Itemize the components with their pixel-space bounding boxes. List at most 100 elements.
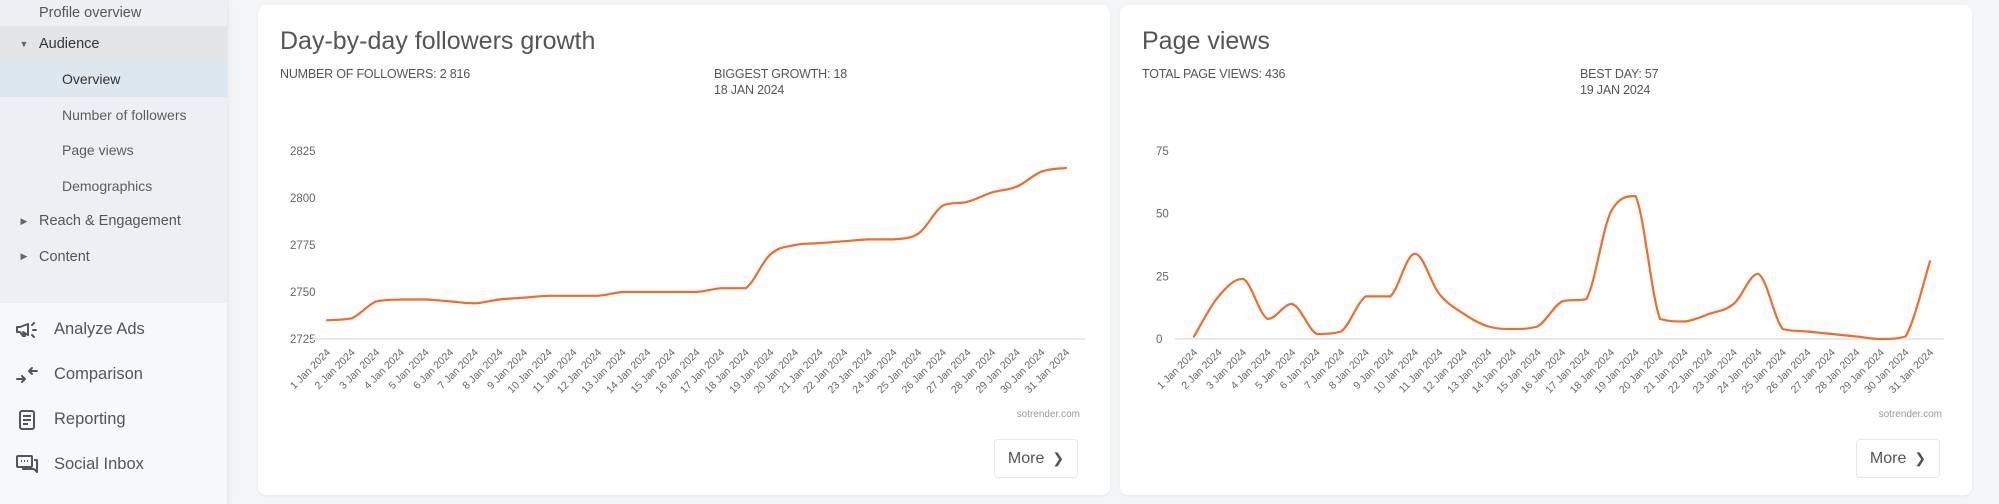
data-point[interactable] <box>1384 290 1396 302</box>
data-point[interactable] <box>1581 293 1593 305</box>
data-point[interactable] <box>666 286 678 298</box>
data-point[interactable] <box>1826 328 1838 340</box>
sidebar-item-number-of-followers[interactable]: Number of followers <box>0 97 227 133</box>
data-point[interactable] <box>937 200 949 212</box>
data-point[interactable] <box>1035 166 1047 178</box>
data-point[interactable] <box>1335 326 1347 338</box>
data-point[interactable] <box>1654 313 1666 325</box>
data-point[interactable] <box>346 312 358 324</box>
nav-comparison[interactable]: Comparison <box>0 352 227 397</box>
nav-label: Social Inbox <box>54 455 144 473</box>
data-point[interactable] <box>1458 308 1470 320</box>
data-point[interactable] <box>1801 326 1813 338</box>
report-icon <box>14 409 40 431</box>
data-point[interactable] <box>764 248 776 260</box>
data-point[interactable] <box>1556 295 1568 307</box>
data-point[interactable] <box>986 186 998 198</box>
data-point[interactable] <box>1850 331 1862 343</box>
data-point[interactable] <box>1875 333 1887 345</box>
data-point[interactable] <box>1409 248 1421 260</box>
chat-bubbles-icon <box>14 454 40 476</box>
caret-right-icon: ▶ <box>20 251 28 262</box>
data-point[interactable] <box>1311 328 1323 340</box>
sidebar-item-label: Reach & Engagement <box>39 213 181 230</box>
data-point[interactable] <box>1360 290 1372 302</box>
audience-sub-navigation: Profile overview ▼ Audience Overview Num… <box>0 0 227 303</box>
data-point[interactable] <box>715 282 727 294</box>
data-point[interactable] <box>1188 331 1200 343</box>
data-point[interactable] <box>1605 205 1617 217</box>
data-point[interactable] <box>912 228 924 240</box>
data-point[interactable] <box>592 290 604 302</box>
nav-reporting[interactable]: Reporting <box>0 397 227 442</box>
data-point[interactable] <box>838 235 850 247</box>
data-point[interactable] <box>641 286 653 298</box>
data-point[interactable] <box>1752 268 1764 280</box>
y-tick-label: 2725 <box>290 334 316 346</box>
sidebar-item-audience[interactable]: ▼ Audience <box>0 26 227 62</box>
data-point[interactable] <box>395 294 407 306</box>
data-point[interactable] <box>1237 273 1249 285</box>
data-point[interactable] <box>789 239 801 251</box>
sidebar-item-label: Overview <box>62 71 121 88</box>
followers-growth-card: Day-by-day followers growth NUMBER OF FO… <box>258 5 1110 495</box>
data-point[interactable] <box>1924 255 1936 267</box>
data-point[interactable] <box>420 294 432 306</box>
sidebar-item-profile-overview[interactable]: Profile overview <box>0 0 227 26</box>
nav-label: Comparison <box>54 365 143 383</box>
data-point[interactable] <box>444 295 456 307</box>
data-point[interactable] <box>1679 316 1691 328</box>
data-point[interactable] <box>1777 323 1789 335</box>
data-point[interactable] <box>962 196 974 208</box>
data-point[interactable] <box>567 290 579 302</box>
watermark: sotrender.com <box>1878 409 1942 420</box>
chevron-right-icon: ❯ <box>1914 450 1927 466</box>
nav-analyze-ads[interactable]: Analyze Ads <box>0 307 227 352</box>
data-point[interactable] <box>1286 298 1298 310</box>
data-point[interactable] <box>863 233 875 245</box>
main-navigation: Analyze Ads Comparison Reporting Social … <box>0 303 227 487</box>
data-point[interactable] <box>1900 331 1912 343</box>
sidebar-item-label: Content <box>39 248 90 265</box>
sidebar-item-demographics[interactable]: Demographics <box>0 168 227 204</box>
data-point[interactable] <box>1703 308 1715 320</box>
data-point[interactable] <box>1433 288 1445 300</box>
sidebar-item-label: Profile overview <box>39 5 142 21</box>
sidebar-item-label: Demographics <box>62 177 153 194</box>
caret-down-icon: ▼ <box>19 38 29 49</box>
data-point[interactable] <box>493 294 505 306</box>
y-tick-label: 25 <box>1156 271 1169 283</box>
data-point[interactable] <box>518 292 530 304</box>
watermark: sotrender.com <box>1016 409 1080 420</box>
page-views-card: Page views TOTAL PAGE VIEWS: 436 BEST DA… <box>1120 5 1972 495</box>
data-point[interactable] <box>1213 290 1225 302</box>
data-point[interactable] <box>1507 323 1519 335</box>
data-point[interactable] <box>1728 298 1740 310</box>
y-tick-label: 2750 <box>290 287 316 299</box>
data-point[interactable] <box>1262 313 1274 325</box>
more-button[interactable]: More ❯ <box>994 439 1078 478</box>
nav-social-inbox[interactable]: Social Inbox <box>0 442 227 487</box>
sidebar-item-page-views[interactable]: Page views <box>0 133 227 169</box>
data-point[interactable] <box>740 282 752 294</box>
data-point[interactable] <box>691 286 703 298</box>
data-point[interactable] <box>370 295 382 307</box>
data-point[interactable] <box>1060 162 1072 174</box>
sidebar-item-label: Page views <box>62 142 134 159</box>
data-point[interactable] <box>1532 321 1544 333</box>
nav-label: Analyze Ads <box>54 320 145 338</box>
data-point[interactable] <box>617 286 629 298</box>
data-point[interactable] <box>321 314 333 326</box>
sidebar-item-reach-engagement[interactable]: ▶ Reach & Engagement <box>0 204 227 240</box>
data-point[interactable] <box>1011 181 1023 193</box>
more-button[interactable]: More ❯ <box>1856 439 1940 478</box>
data-point[interactable] <box>469 297 481 309</box>
sidebar-item-content[interactable]: ▶ Content <box>0 239 227 275</box>
data-point[interactable] <box>543 290 555 302</box>
sidebar-item-overview[interactable]: Overview <box>0 61 227 97</box>
data-point[interactable] <box>814 237 826 249</box>
caret-right-icon: ▶ <box>20 215 28 226</box>
data-point[interactable] <box>1630 190 1642 202</box>
data-point[interactable] <box>888 233 900 245</box>
data-point[interactable] <box>1482 321 1494 333</box>
